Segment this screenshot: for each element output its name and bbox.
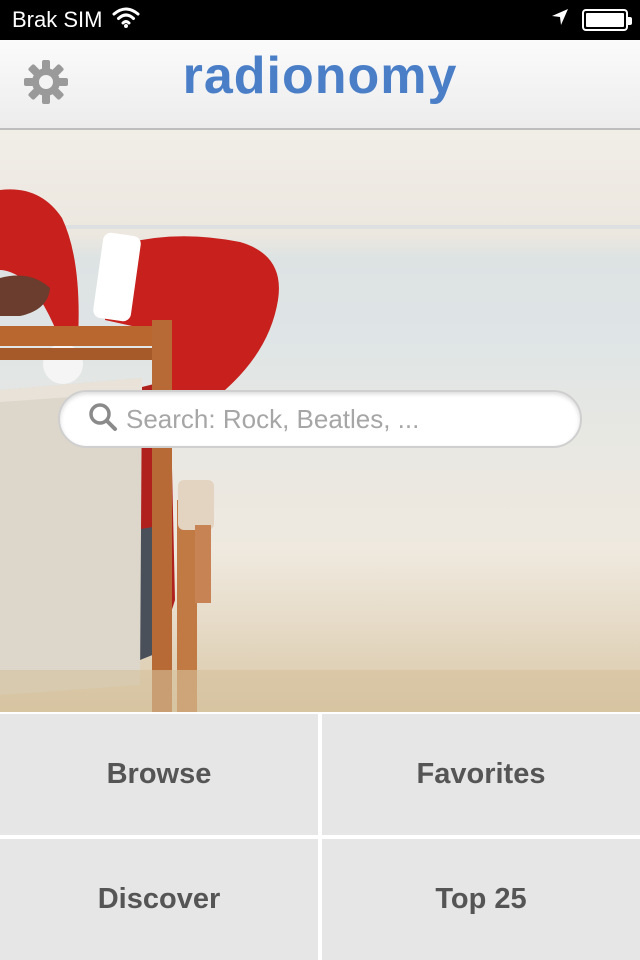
location-arrow-icon: [550, 7, 570, 33]
brand-logo: radionomy: [182, 47, 458, 105]
favorites-button[interactable]: Favorites: [322, 714, 640, 835]
battery-level-fill: [586, 13, 624, 27]
nav-bar: radionomy: [0, 40, 640, 130]
search-input[interactable]: [118, 392, 580, 446]
status-left: Brak SIM: [12, 6, 140, 34]
status-bar: Brak SIM: [0, 0, 640, 40]
battery-icon: [582, 9, 632, 31]
status-right: [550, 7, 632, 33]
search-box[interactable]: [58, 390, 582, 448]
search-icon: [88, 402, 118, 437]
browse-button[interactable]: Browse: [0, 714, 318, 835]
wifi-icon: [112, 6, 140, 34]
menu-grid: Browse Favorites Discover Top 25: [0, 712, 640, 960]
discover-button[interactable]: Discover: [0, 839, 318, 960]
hero-image: [0, 130, 640, 712]
top25-button[interactable]: Top 25: [322, 839, 640, 960]
carrier-label: Brak SIM: [12, 7, 103, 32]
